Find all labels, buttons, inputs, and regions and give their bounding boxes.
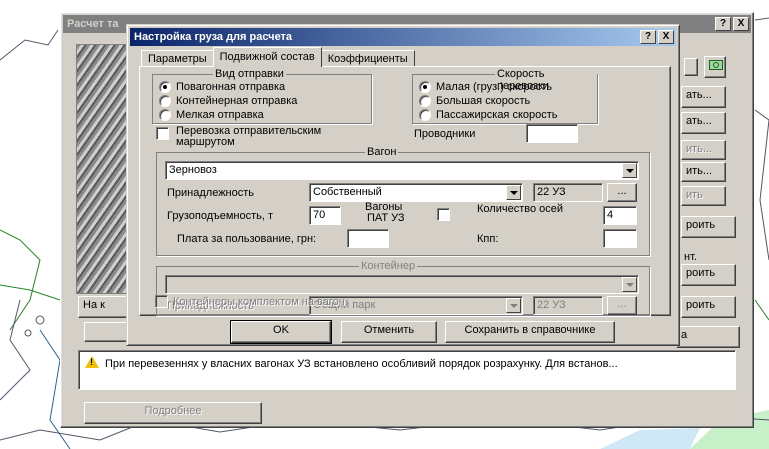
radio-low-speed[interactable]: Малая (груз.) скорость — [419, 81, 552, 93]
dialog-title: Настройка груза для расчета — [134, 31, 293, 43]
radio-container-shipment[interactable]: Контейнерная отправка — [159, 95, 297, 107]
chevron-down-icon[interactable] — [506, 298, 521, 313]
save-to-directory-button[interactable]: Сохранить в справочнике — [445, 321, 615, 343]
radio-button[interactable] — [159, 109, 171, 121]
container-ownership-code: 22 УЗ — [533, 296, 603, 315]
radio-button[interactable] — [159, 81, 171, 93]
radio-wagon-shipment[interactable]: Повагонная отправка — [159, 81, 285, 93]
right-button-6[interactable]: роить — [681, 216, 736, 238]
calculation-window-title-buttons: ? X — [713, 17, 749, 31]
shipment-type-legend: Вид отправки — [213, 68, 286, 80]
axles-label: Количество осей — [477, 203, 564, 215]
wagon-legend: Вагон — [365, 146, 399, 158]
wagon-ownership-code: 22 УЗ — [533, 183, 603, 202]
rolling-stock-panel: Вид отправки Повагонная отправка Контейн… — [139, 66, 671, 316]
close-button[interactable]: X — [733, 17, 749, 31]
radio-label: Мелкая отправка — [176, 109, 264, 121]
radio-label: Контейнерная отправка — [176, 95, 298, 107]
wagon-ownership-browse-button[interactable]: ... — [607, 183, 637, 202]
radio-label: Пассажирская скорость — [436, 109, 558, 121]
cargo-settings-dialog: Настройка груза для расчета ? X Параметр… — [126, 24, 680, 346]
chevron-down-icon[interactable] — [622, 277, 637, 292]
radio-high-speed[interactable]: Большая скорость — [419, 95, 530, 107]
chevron-down-icon[interactable] — [622, 163, 637, 178]
usage-fee-label: Плата за пользование, грн: — [177, 233, 317, 245]
radio-passenger-speed[interactable]: Пассажирская скорость — [419, 109, 558, 121]
tab-coefficients[interactable]: Коэффициенты — [320, 50, 415, 67]
shipment-type-group: Вид отправки Повагонная отправка Контейн… — [152, 68, 372, 124]
wagon-ownership-value: Собственный — [313, 186, 382, 198]
warning-message: При перевезеннях у власних вагонах УЗ вс… — [105, 358, 618, 370]
radio-label: Большая скорость — [436, 95, 531, 107]
warning-message-box: При перевезеннях у власних вагонах УЗ вс… — [78, 350, 736, 390]
transport-speed-group: Скорость перевозки Малая (груз.) скорост… — [412, 68, 598, 124]
cancel-button[interactable]: Отменить — [341, 321, 437, 343]
radio-label: Повагонная отправка — [176, 81, 286, 93]
route-shipment-checkbox[interactable] — [156, 127, 169, 140]
wagon-ownership-label: Принадлежность — [167, 187, 255, 199]
bottom-right-tab[interactable]: а — [676, 326, 740, 348]
wagon-ownership-combobox[interactable]: Собственный — [309, 183, 523, 202]
container-kit-label: Контейнеры комплектом на вагон — [173, 296, 345, 308]
money-icon[interactable] — [704, 56, 726, 78]
banknote-icon — [709, 60, 723, 70]
capacity-input[interactable]: 70 — [309, 206, 341, 225]
right-button-1[interactable]: ать... — [681, 86, 726, 108]
radio-label: Малая (груз.) скорость — [436, 81, 552, 93]
dialog-close-button[interactable]: X — [658, 30, 674, 44]
dialog-tabs: Параметры Подвижной состав Коэффициенты — [141, 47, 415, 67]
right-button-4[interactable]: ить... — [681, 162, 726, 182]
conductors-label-text: Проводники — [414, 128, 476, 140]
dialog-title-bar: Настройка груза для расчета ? X — [130, 28, 676, 46]
right-button-2[interactable]: ать... — [681, 112, 726, 134]
capacity-label: Грузоподъемность, т — [167, 210, 274, 222]
kpp-input[interactable] — [603, 229, 637, 248]
wagon-type-value: Зерновоз — [169, 164, 217, 176]
right-button-3[interactable]: ить... — [681, 140, 726, 160]
kpp-label: Кпп: — [477, 233, 499, 245]
ok-button[interactable]: OK — [230, 320, 332, 344]
pat-wagons-label-2: ПАТ УЗ — [367, 212, 405, 224]
usage-fee-input[interactable] — [347, 229, 389, 248]
right-label-nt: нт. — [684, 251, 697, 263]
container-kit-checkbox[interactable] — [155, 295, 168, 308]
dialog-title-buttons: ? X — [638, 30, 674, 44]
wagon-group: Вагон Зерновоз Принадлежность Собственны… — [156, 146, 650, 256]
dialog-help-button[interactable]: ? — [640, 30, 656, 44]
container-legend: Контейнер — [359, 260, 418, 272]
calculation-window-title-text: Расчет та — [67, 18, 119, 30]
warning-icon — [85, 356, 99, 368]
radio-button[interactable] — [419, 95, 431, 107]
help-button[interactable]: ? — [715, 17, 731, 31]
details-button[interactable]: Подробнее — [84, 402, 262, 424]
pat-wagons-checkbox[interactable] — [437, 208, 450, 221]
dropdown-stub[interactable] — [684, 58, 698, 76]
right-button-7[interactable]: роить — [681, 264, 736, 286]
radio-small-shipment[interactable]: Мелкая отправка — [159, 109, 264, 121]
axles-input[interactable]: 4 — [603, 206, 637, 225]
container-type-combobox[interactable] — [165, 275, 639, 294]
conductors-input[interactable] — [526, 124, 578, 143]
railway-photo — [76, 44, 132, 294]
radio-button[interactable] — [159, 95, 171, 107]
route-shipment-label-2: маршрутом — [176, 136, 235, 148]
radio-button[interactable] — [419, 109, 431, 121]
radio-button[interactable] — [419, 81, 431, 93]
right-button-8[interactable]: роить — [681, 296, 736, 318]
right-button-5[interactable]: ить — [681, 186, 726, 206]
container-ownership-browse-button[interactable]: ... — [607, 296, 637, 315]
container-group: Контейнер Принадлежность Общий парк 22 У… — [156, 260, 650, 316]
tab-parameters[interactable]: Параметры — [141, 50, 214, 67]
tab-rolling-stock[interactable]: Подвижной состав — [212, 47, 322, 67]
chevron-down-icon[interactable] — [506, 185, 521, 200]
wagon-type-combobox[interactable]: Зерновоз — [165, 161, 639, 180]
